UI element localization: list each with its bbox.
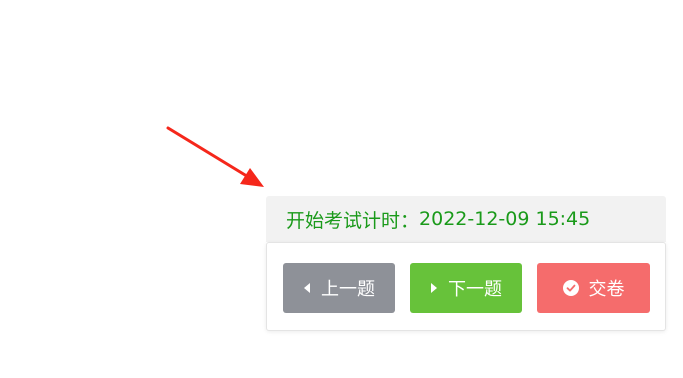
- exam-screen: 开始考试计时： 2022-12-09 15:45 上一题 下一题 交卷: [0, 0, 683, 378]
- timer-value: 2022-12-09 15:45: [419, 208, 591, 230]
- prev-question-button[interactable]: 上一题: [283, 263, 395, 313]
- question-nav-panel: 上一题 下一题 交卷: [266, 242, 666, 331]
- caret-left-icon: [303, 283, 311, 293]
- timer-label: 开始考试计时：: [286, 209, 420, 232]
- submit-exam-button[interactable]: 交卷: [537, 263, 650, 313]
- submit-exam-label: 交卷: [588, 279, 625, 300]
- prev-question-label: 上一题: [321, 279, 375, 300]
- exam-timer-bar: 开始考试计时： 2022-12-09 15:45: [266, 196, 666, 242]
- next-question-button[interactable]: 下一题: [410, 263, 522, 313]
- caret-right-icon: [430, 283, 438, 293]
- next-question-label: 下一题: [448, 279, 502, 300]
- check-circle-icon: [562, 280, 579, 296]
